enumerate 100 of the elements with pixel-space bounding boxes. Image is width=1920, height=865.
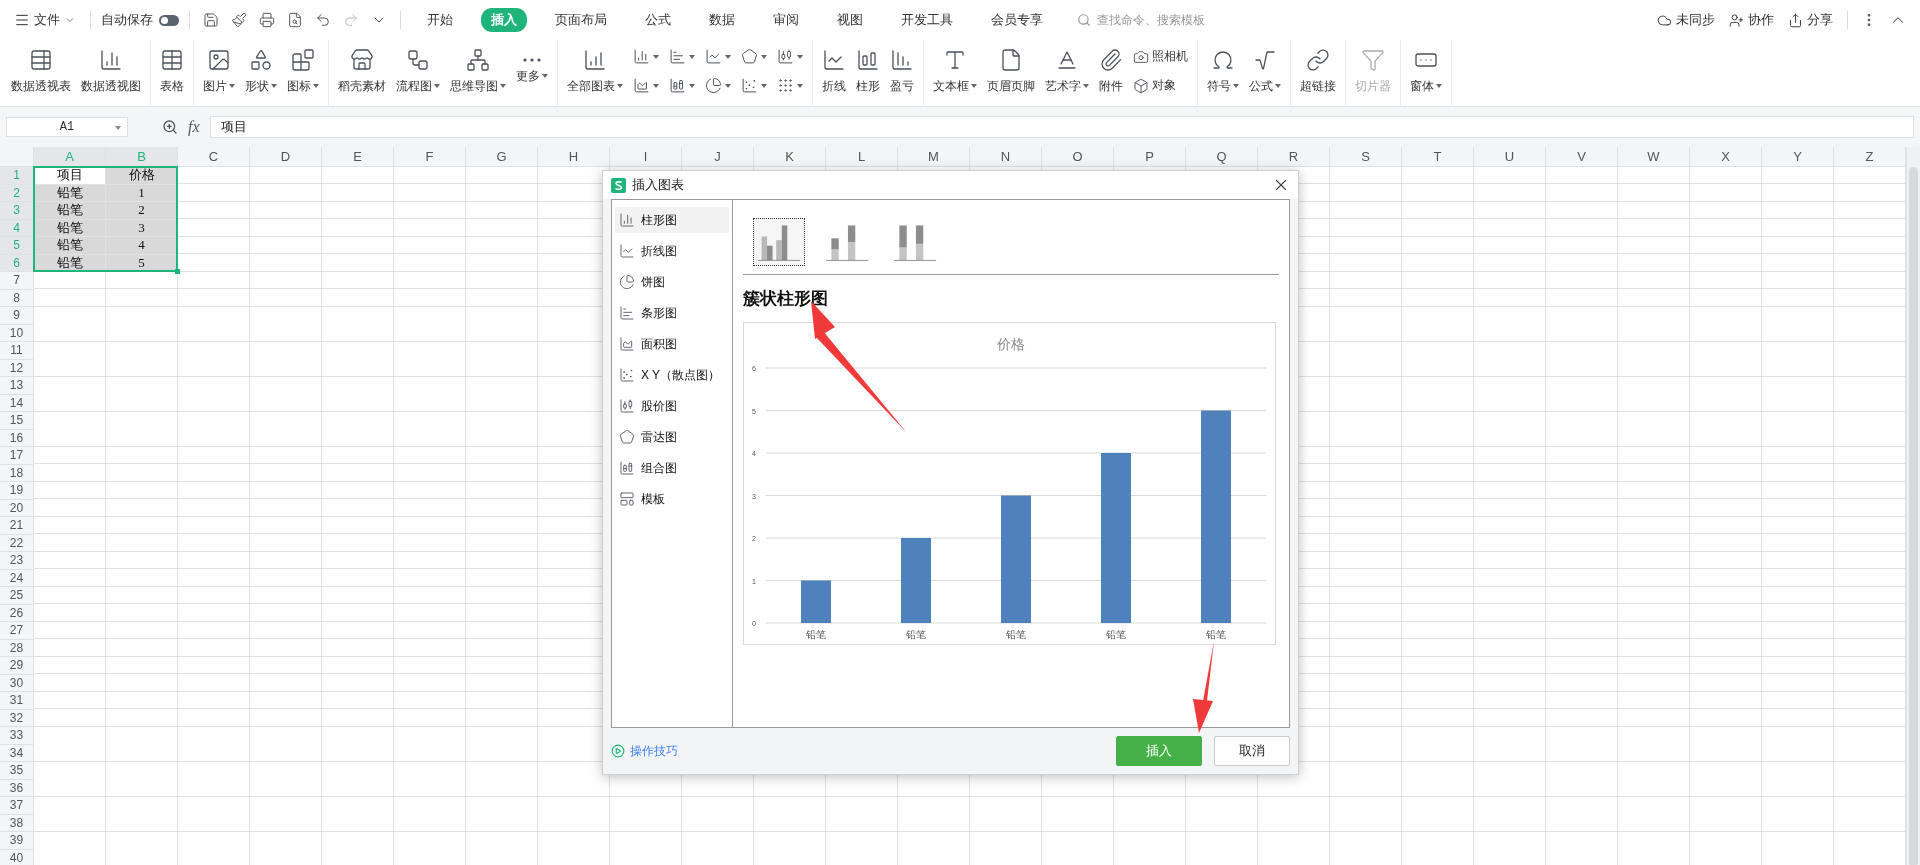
chart-type-item[interactable]: 折线图 (615, 238, 729, 264)
ribbon-button[interactable]: 附件 (1096, 43, 1126, 99)
column-header[interactable]: I (610, 147, 682, 167)
column-header[interactable]: R (1258, 147, 1330, 167)
ribbon-button[interactable]: 柱形 (853, 43, 883, 99)
ribbon-tab[interactable]: 页面布局 (545, 8, 617, 32)
chart-type-item[interactable]: 雷达图 (615, 424, 729, 450)
ribbon-button[interactable]: 数据透视表 (8, 43, 74, 99)
chart-type-item[interactable]: 股价图 (615, 393, 729, 419)
column-header[interactable]: V (1546, 147, 1618, 167)
ribbon-button[interactable]: 表格 (157, 43, 187, 99)
row-header[interactable]: 31 (0, 692, 34, 710)
ribbon-button[interactable]: 公式 (1246, 43, 1284, 99)
ribbon-button[interactable]: 艺术字 (1042, 43, 1092, 99)
dialog-title: 插入图表 (632, 176, 684, 194)
row-header[interactable]: 39 (0, 832, 34, 850)
row-header[interactable]: 7 (0, 272, 34, 290)
function-label[interactable]: fx (188, 118, 200, 136)
toolbar-action[interactable]: 协作 (1725, 9, 1778, 31)
ribbon-tab[interactable]: 公式 (635, 8, 681, 32)
row-header[interactable]: 35 (0, 762, 34, 780)
toolbar-action[interactable]: 分享 (1784, 9, 1837, 31)
ribbon-button[interactable]: 折线 (819, 43, 849, 99)
ribbon-button[interactable]: 盈亏 (887, 43, 917, 99)
ribbon-tab[interactable]: 开始 (417, 8, 463, 32)
row-header[interactable]: 19 (0, 482, 34, 500)
column-header[interactable]: D (250, 147, 322, 167)
autosave-label: 自动保存 (101, 11, 153, 29)
name-box[interactable]: A1 (6, 117, 128, 137)
table-cell[interactable]: 2 (106, 202, 178, 220)
column-header[interactable]: C (178, 147, 250, 167)
column-header[interactable]: Q (1186, 147, 1258, 167)
ribbon-tab[interactable]: 数据 (699, 8, 745, 32)
ribbon-button[interactable]: 页眉页脚 (984, 43, 1038, 99)
ribbon-button[interactable]: 全部图表 (564, 43, 626, 99)
row-header[interactable]: 21 (0, 517, 34, 535)
column-header[interactable]: O (1042, 147, 1114, 167)
ribbon-button[interactable]: 对象 (1130, 75, 1191, 96)
column-header[interactable]: S (1330, 147, 1402, 167)
column-header[interactable]: U (1474, 147, 1546, 167)
row-header[interactable]: 17 (0, 447, 34, 465)
chart-type-item[interactable]: 饼图 (615, 269, 729, 295)
ribbon-tab[interactable]: 开发工具 (891, 8, 963, 32)
ribbon-tab[interactable]: 视图 (827, 8, 873, 32)
column-header[interactable]: Z (1834, 147, 1906, 167)
tips-link[interactable]: 操作技巧 (611, 742, 678, 760)
file-menu[interactable]: 文件 (10, 9, 80, 31)
column-header[interactable]: P (1114, 147, 1186, 167)
ribbon-tab[interactable]: 审阅 (763, 8, 809, 32)
column-header[interactable]: E (322, 147, 394, 167)
row-header[interactable]: 25 (0, 587, 34, 605)
ribbon-button[interactable]: 数据透视图 (78, 43, 144, 99)
row-header[interactable]: 13 (0, 377, 34, 395)
ribbon-button[interactable]: 符号 (1204, 43, 1242, 99)
x-tick-label: 铅笔 (906, 629, 926, 640)
ribbon-button[interactable]: 文本框 (930, 43, 980, 99)
column-header[interactable]: F (394, 147, 466, 167)
chart-type-item[interactable]: 面积图 (615, 331, 729, 357)
ribbon-button[interactable]: 图标 (284, 43, 322, 99)
table-cell[interactable]: 铅笔 (34, 237, 106, 255)
column-header[interactable]: W (1618, 147, 1690, 167)
chart-type-item[interactable]: 组合图 (615, 455, 729, 481)
ribbon-button[interactable]: 照相机 (1130, 46, 1191, 67)
column-header[interactable]: N (970, 147, 1042, 167)
chart-type-item[interactable]: 模板 (615, 486, 729, 512)
row-header[interactable]: 11 (0, 342, 34, 360)
column-header[interactable]: H (538, 147, 610, 167)
column-header[interactable]: X (1690, 147, 1762, 167)
column-header[interactable]: M (898, 147, 970, 167)
ribbon-button[interactable]: 流程图 (393, 43, 443, 99)
ribbon-button[interactable]: 超链接 (1297, 43, 1339, 99)
ribbon-button[interactable]: 思维导图 (447, 43, 509, 99)
column-header[interactable]: T (1402, 147, 1474, 167)
row-header[interactable]: 37 (0, 797, 34, 815)
table-cell[interactable]: 4 (106, 237, 178, 255)
search-field[interactable]: 查找命令、搜索模板 (1095, 12, 1225, 28)
cancel-button[interactable]: 取消 (1214, 736, 1290, 766)
row-header[interactable]: 27 (0, 622, 34, 640)
ribbon-tab[interactable]: 会员专享 (981, 8, 1053, 32)
row-header[interactable]: 9 (0, 307, 34, 325)
chart-type-item[interactable]: 柱形图 (615, 207, 729, 233)
column-header[interactable]: L (826, 147, 898, 167)
row-header[interactable]: 15 (0, 412, 34, 430)
column-header[interactable]: Y (1762, 147, 1834, 167)
ribbon-button[interactable]: 更多 (513, 53, 551, 89)
ribbon-button[interactable]: 稻壳素材 (335, 43, 389, 99)
table-cell[interactable]: 铅笔 (34, 202, 106, 220)
column-header[interactable]: K (754, 147, 826, 167)
row-header[interactable]: 23 (0, 552, 34, 570)
row-header[interactable]: 33 (0, 727, 34, 745)
toolbar-action[interactable]: 未同步 (1653, 9, 1719, 31)
ribbon-button[interactable]: 窗体 (1407, 43, 1445, 99)
row-header[interactable]: 29 (0, 657, 34, 675)
chart-type-item[interactable]: 条形图 (615, 300, 729, 326)
chart-type-item[interactable]: X Y（散点图） (615, 362, 729, 388)
column-header[interactable]: J (682, 147, 754, 167)
ribbon-button[interactable]: 形状 (242, 43, 280, 99)
ribbon-button[interactable]: 图片 (200, 43, 238, 99)
column-header[interactable]: G (466, 147, 538, 167)
formula-field[interactable]: 项目 (209, 116, 1914, 138)
